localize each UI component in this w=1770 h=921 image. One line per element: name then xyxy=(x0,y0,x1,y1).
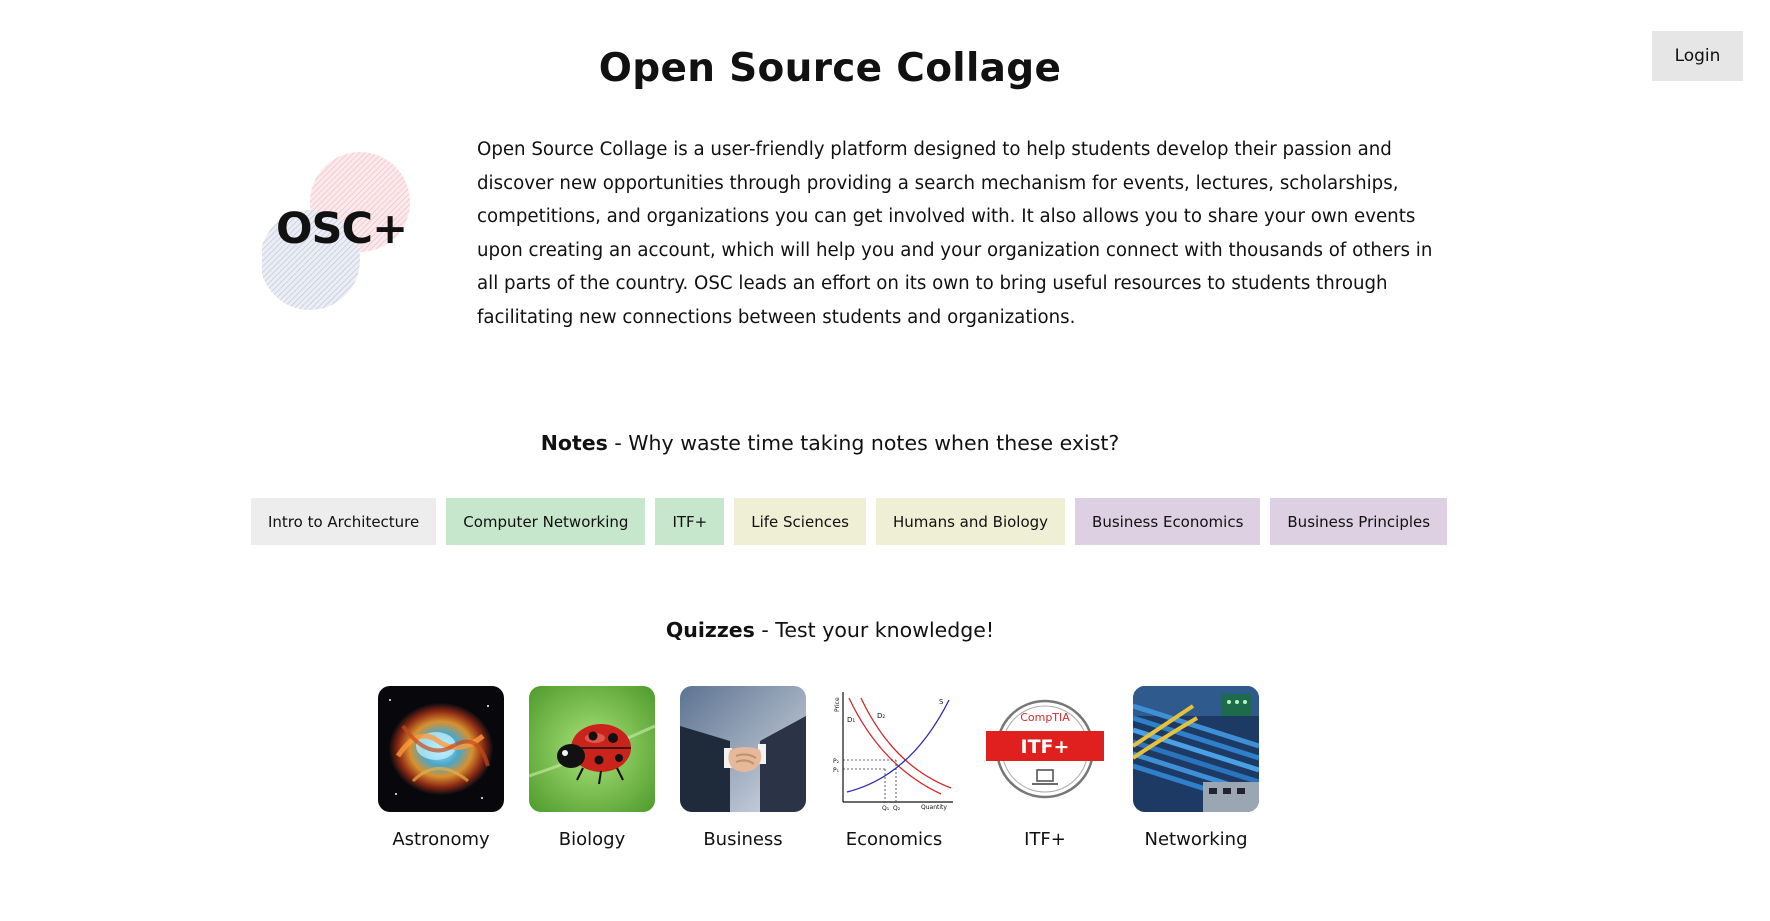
quiz-label-itf-plus[interactable]: ITF+ xyxy=(1024,829,1066,850)
network-cables-image[interactable] xyxy=(1133,686,1259,812)
note-chip-itf-plus[interactable]: ITF+ xyxy=(655,498,725,545)
econ-p1-label: P₁ xyxy=(833,767,840,774)
page: Login Open Source Collage OSC+ Open Sour… xyxy=(0,0,1770,921)
quizzes-heading-bold: Quizzes xyxy=(665,618,755,642)
page-title: Open Source Collage xyxy=(598,46,1062,91)
note-chip-intro-to-architecture[interactable]: Intro to Architecture xyxy=(251,498,437,545)
notes-heading-rest: - Why waste time taking notes when these… xyxy=(607,431,1120,455)
comptia-itf-badge-image[interactable]: CompTIA ITF+ xyxy=(982,686,1108,812)
login-button[interactable]: Login xyxy=(1652,31,1743,81)
econ-d2-label: D₂ xyxy=(877,712,885,720)
nebula-image[interactable] xyxy=(378,686,504,812)
econ-q1-label: Q₁ xyxy=(882,805,890,812)
notes-heading: Notes - Why waste time taking notes when… xyxy=(0,431,1660,455)
logo-text: OSC+ xyxy=(276,204,407,254)
osc-logo: OSC+ xyxy=(262,152,410,310)
ladybug-image[interactable] xyxy=(529,686,655,812)
note-chip-business-economics[interactable]: Business Economics xyxy=(1075,498,1261,545)
quiz-biology[interactable]: Biology xyxy=(529,686,655,850)
itf-badge-brand: CompTIA xyxy=(1020,711,1070,724)
quiz-label-networking[interactable]: Networking xyxy=(1145,829,1248,850)
econ-x-label: Quantity xyxy=(921,804,947,811)
econ-p2-label: P₂ xyxy=(833,758,840,765)
econ-s-label: S xyxy=(939,698,944,706)
itf-badge-name: ITF+ xyxy=(1021,736,1070,758)
handshake-image[interactable] xyxy=(680,686,806,812)
quiz-label-economics[interactable]: Economics xyxy=(846,829,943,850)
quizzes-heading-rest: - Test your knowledge! xyxy=(754,618,995,642)
econ-q2-label: Q₂ xyxy=(893,805,901,812)
quiz-business[interactable]: Business xyxy=(680,686,806,850)
intro-paragraph: Open Source Collage is a user-friendly p… xyxy=(477,139,1433,328)
note-chip-humans-and-biology[interactable]: Humans and Biology xyxy=(876,498,1066,545)
note-chip-business-principles[interactable]: Business Principles xyxy=(1270,498,1448,545)
quiz-astronomy[interactable]: Astronomy xyxy=(378,686,504,850)
econ-d1-label: D₁ xyxy=(847,716,855,724)
quiz-label-business[interactable]: Business xyxy=(703,829,782,850)
notes-heading-bold: Notes xyxy=(540,431,608,455)
quizzes-heading: Quizzes - Test your knowledge! xyxy=(0,618,1660,642)
note-chip-life-sciences[interactable]: Life Sciences xyxy=(734,498,866,545)
quiz-label-biology[interactable]: Biology xyxy=(559,829,625,850)
notes-chips: Intro to Architecture Computer Networkin… xyxy=(251,498,1448,545)
supply-demand-chart-image[interactable]: Price Quantity D₁ D₂ S P₂ P₁ Q₁ Q₂ xyxy=(831,686,957,812)
econ-y-label: Price xyxy=(834,697,841,712)
quiz-itf-plus[interactable]: CompTIA ITF+ ITF+ xyxy=(982,686,1108,850)
quiz-label-astronomy[interactable]: Astronomy xyxy=(392,829,489,850)
note-chip-computer-networking[interactable]: Computer Networking xyxy=(446,498,646,545)
quiz-economics[interactable]: Price Quantity D₁ D₂ S P₂ P₁ Q₁ Q₂ Econo… xyxy=(831,686,957,850)
quizzes-grid: Astronomy Biology Business Price Quantit… xyxy=(378,686,1259,850)
quiz-networking[interactable]: Networking xyxy=(1133,686,1259,850)
